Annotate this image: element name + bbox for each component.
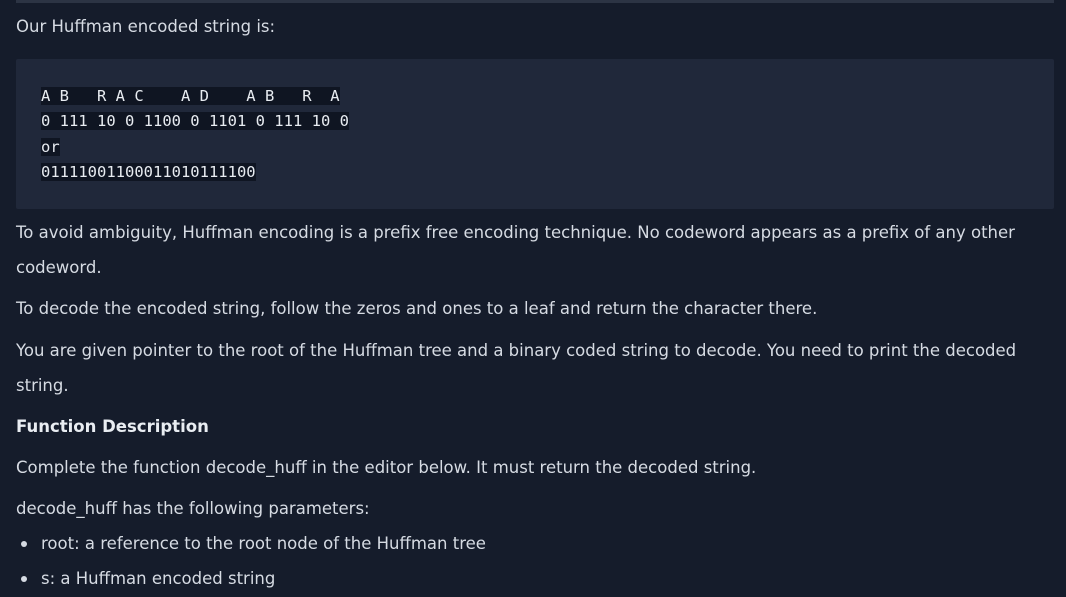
parameter-root: root: a reference to the root node of th… (41, 534, 486, 553)
code-or-text: or (41, 138, 60, 156)
parameters-intro: decode_huff has the following parameters… (16, 499, 370, 518)
top-divider (16, 0, 1054, 3)
function-description-heading: Function Description (16, 417, 209, 436)
code-letters-text: A B R A C A D A B R A (41, 87, 340, 105)
code-bits-text: 0 111 10 0 1100 0 1101 0 111 10 0 (41, 112, 349, 130)
parameter-s: s: a Huffman encoded string (41, 569, 276, 588)
paragraph-decode-instructions: To decode the encoded string, follow the… (16, 299, 818, 318)
paragraph-given-line2: string. (16, 376, 69, 395)
function-description-text: Complete the function decode_huff in the… (16, 458, 757, 477)
paragraph-ambiguity-line2: codeword. (16, 258, 102, 277)
paragraph-given-line1: You are given pointer to the root of the… (16, 341, 1017, 360)
bullet-dot (21, 576, 27, 582)
problem-statement: Our Huffman encoded string is: A B R A C… (0, 0, 1066, 597)
code-letters-line: A B R A C A D A B R A (41, 86, 340, 106)
code-block (16, 59, 1054, 209)
code-or-line: or (41, 137, 60, 157)
code-bits-line: 0 111 10 0 1100 0 1101 0 111 10 0 (41, 111, 349, 131)
bullet-dot (21, 541, 27, 547)
code-full-bits-text: 01111001100011010111100 (41, 163, 256, 181)
intro-text: Our Huffman encoded string is: (16, 17, 276, 36)
paragraph-ambiguity-line1: To avoid ambiguity, Huffman encoding is … (16, 223, 1015, 242)
code-full-bits-line: 01111001100011010111100 (41, 162, 256, 182)
